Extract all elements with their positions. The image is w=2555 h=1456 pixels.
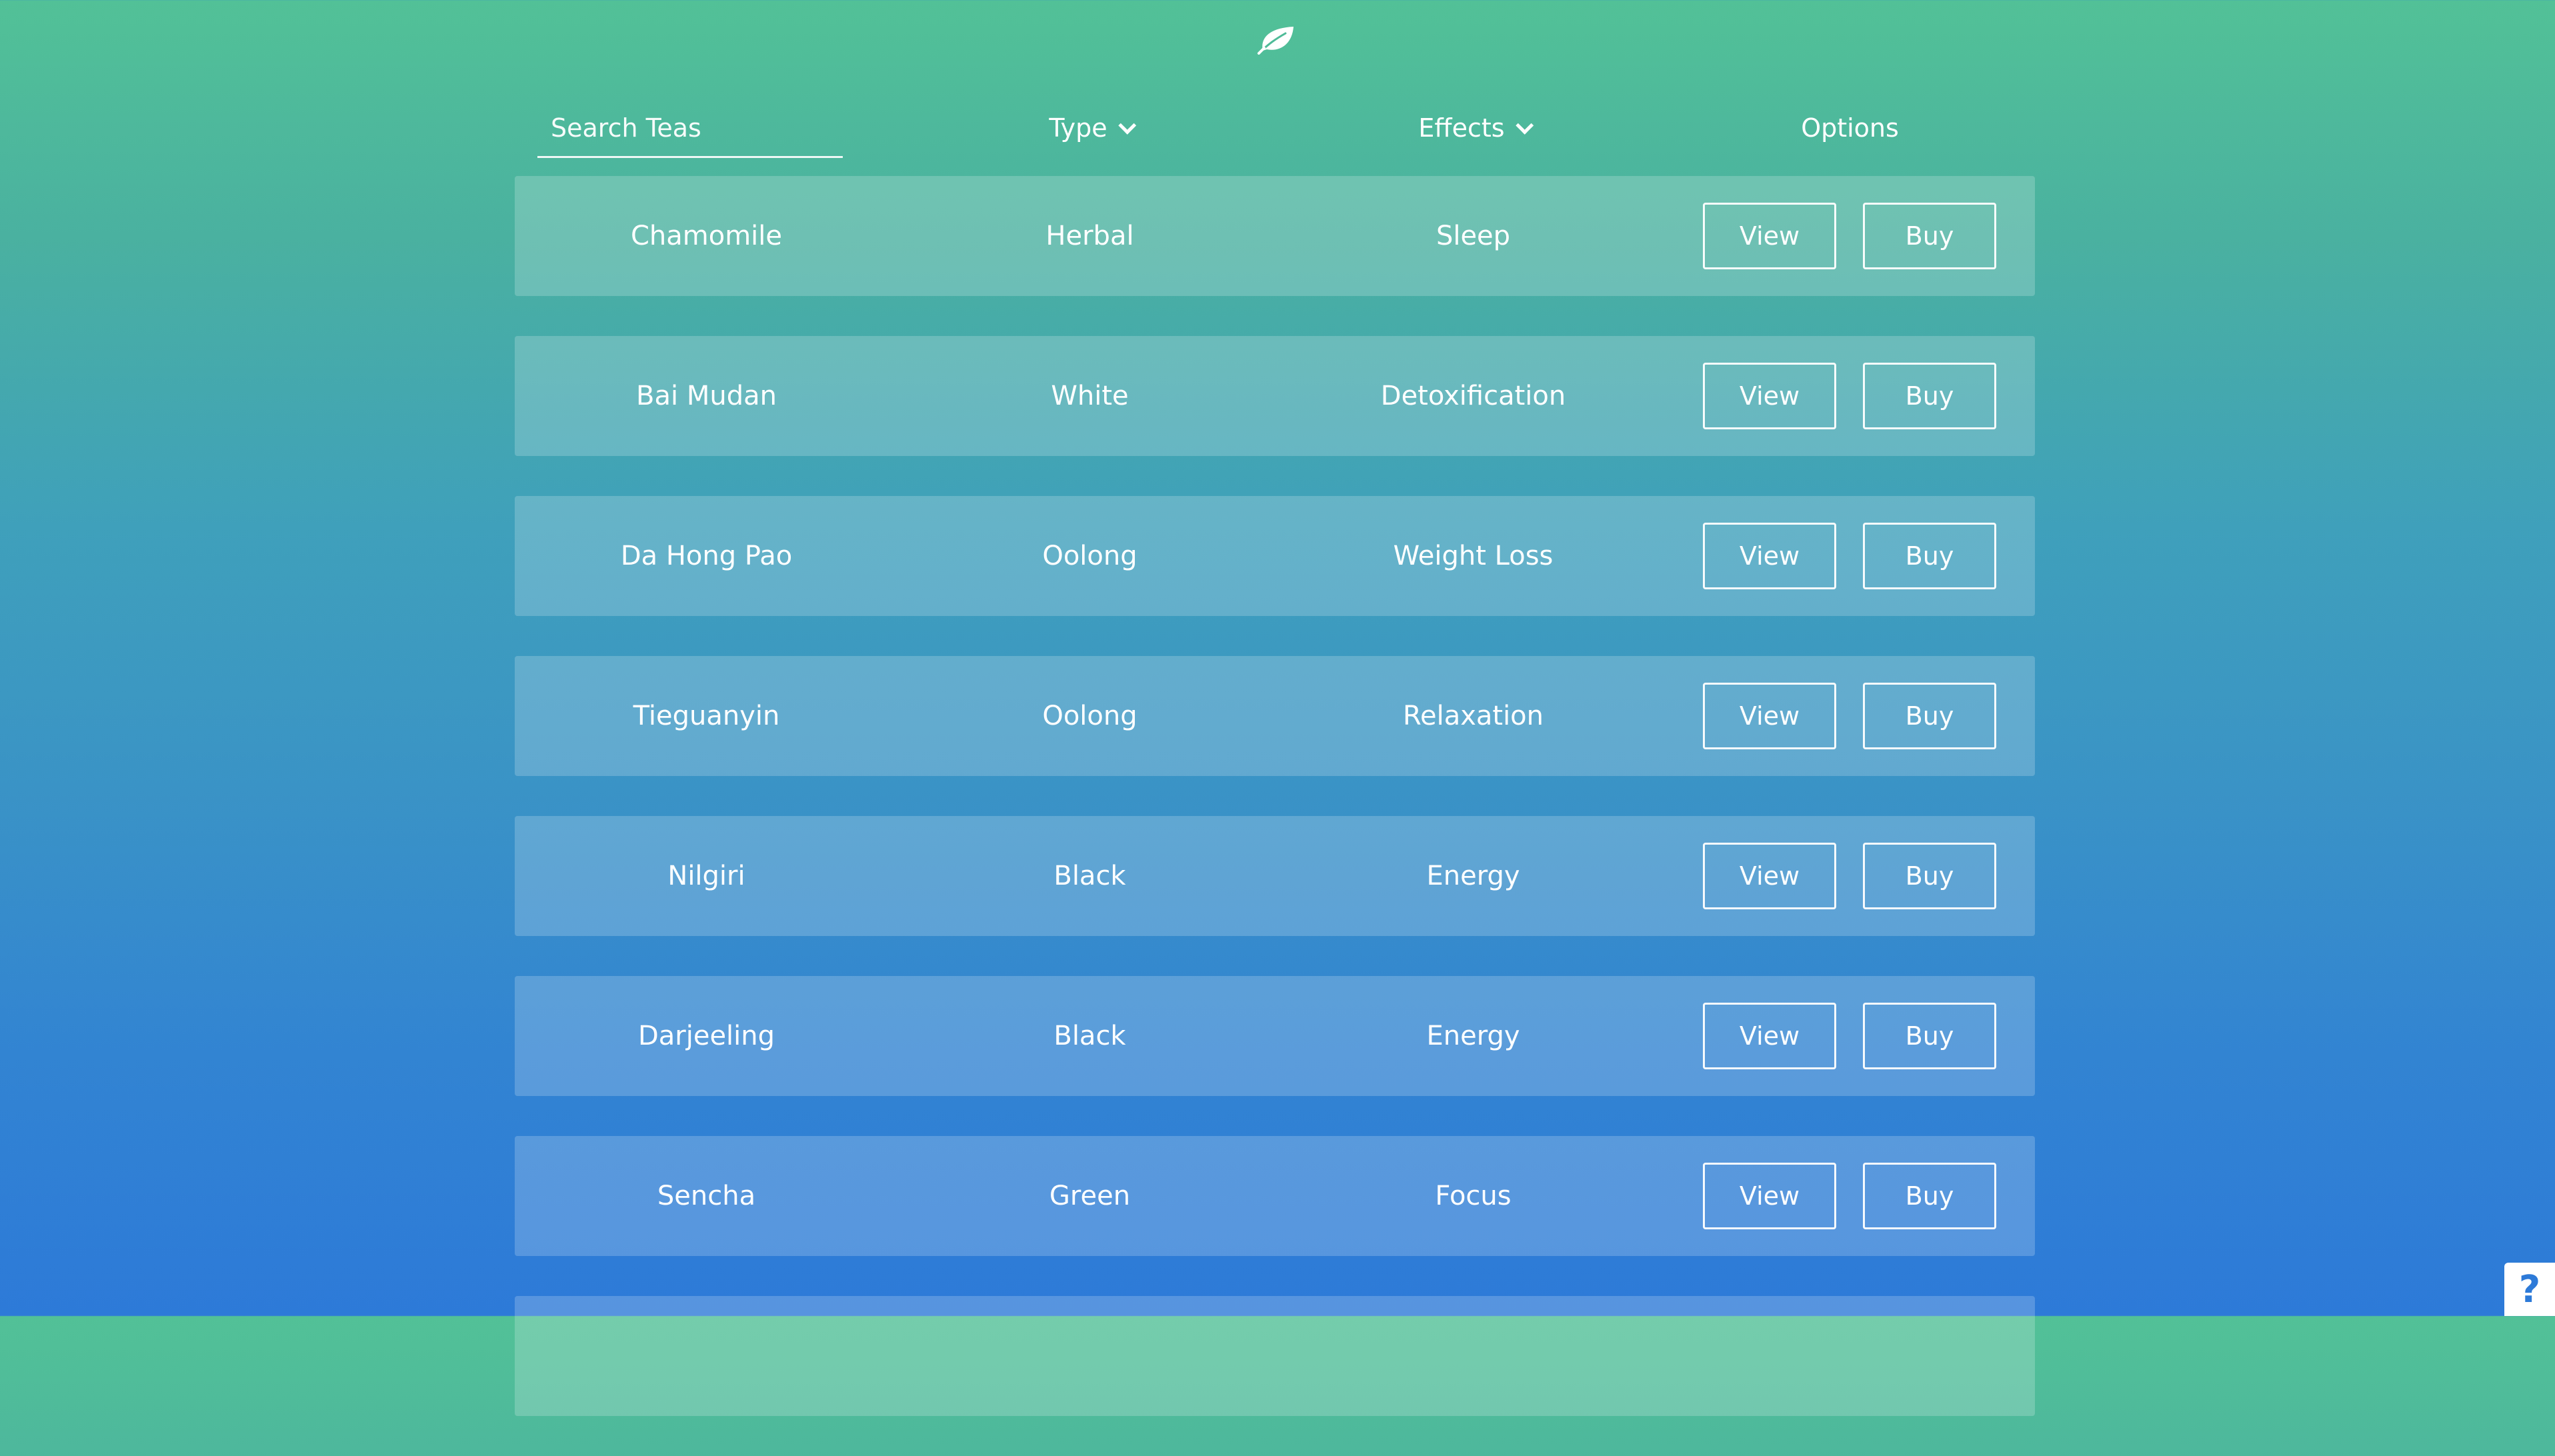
view-button[interactable]: View bbox=[1703, 843, 1836, 909]
options-label: Options bbox=[1801, 113, 1899, 143]
tea-type: Oolong bbox=[1042, 541, 1137, 571]
tea-type: Black bbox=[1053, 1021, 1126, 1051]
buy-button[interactable]: Buy bbox=[1863, 843, 1996, 909]
type-filter-dropdown[interactable]: Type bbox=[898, 100, 1282, 156]
tea-type: Oolong bbox=[1042, 701, 1137, 731]
tea-effect: Energy bbox=[1426, 1021, 1520, 1051]
buy-button[interactable]: Buy bbox=[1863, 1163, 1996, 1229]
tea-effect: Energy bbox=[1426, 861, 1520, 891]
help-icon[interactable]: ? bbox=[2504, 1263, 2555, 1316]
tea-name: Nilgiri bbox=[667, 861, 745, 891]
table-row: Chamomile Herbal Sleep View Buy bbox=[515, 176, 2035, 296]
view-button[interactable]: View bbox=[1703, 363, 1836, 429]
table-row: Nilgiri Black Energy View Buy bbox=[515, 816, 2035, 936]
table-row: Bai Mudan White Detoxification View Buy bbox=[515, 336, 2035, 456]
tea-name: Darjeeling bbox=[637, 1021, 775, 1051]
view-button[interactable]: View bbox=[1703, 1003, 1836, 1069]
tea-name bbox=[515, 1296, 898, 1416]
options-column-header: Options bbox=[1665, 100, 2035, 156]
table-row: Sencha Green Focus View Buy bbox=[515, 1136, 2035, 1256]
view-button[interactable]: View bbox=[1703, 203, 1836, 269]
table-row: Darjeeling Black Energy View Buy bbox=[515, 976, 2035, 1096]
table-header: Type Effects Options bbox=[515, 87, 2035, 160]
tea-type: Black bbox=[1053, 861, 1126, 891]
tea-name: Da Hong Pao bbox=[620, 541, 793, 571]
buy-button[interactable]: Buy bbox=[1863, 203, 1996, 269]
tea-type: Green bbox=[1049, 1181, 1131, 1211]
buy-button[interactable]: Buy bbox=[1863, 363, 1996, 429]
tea-name: Sencha bbox=[657, 1181, 756, 1211]
effects-filter-dropdown[interactable]: Effects bbox=[1282, 100, 1665, 156]
tea-type: Herbal bbox=[1045, 221, 1134, 251]
tea-effect: Sleep bbox=[1436, 221, 1511, 251]
table-row: Da Hong Pao Oolong Weight Loss View Buy bbox=[515, 496, 2035, 616]
tea-list: Chamomile Herbal Sleep View Buy Bai Muda… bbox=[515, 176, 2035, 1456]
effects-filter-label: Effects bbox=[1418, 113, 1505, 143]
view-button[interactable]: View bbox=[1703, 683, 1836, 749]
tea-name: Tieguanyin bbox=[633, 701, 780, 731]
search-input[interactable] bbox=[537, 100, 843, 156]
tea-effect: Detoxification bbox=[1380, 381, 1566, 411]
chevron-down-icon bbox=[1117, 116, 1136, 135]
type-filter-label: Type bbox=[1049, 113, 1107, 143]
chevron-down-icon bbox=[1515, 116, 1534, 135]
tea-effect: Weight Loss bbox=[1393, 541, 1554, 571]
buy-button[interactable]: Buy bbox=[1863, 523, 1996, 589]
tea-name: Chamomile bbox=[630, 221, 783, 251]
buy-button[interactable]: Buy bbox=[1863, 1003, 1996, 1069]
tea-effect: Relaxation bbox=[1402, 701, 1544, 731]
tea-name: Bai Mudan bbox=[636, 381, 777, 411]
leaf-icon bbox=[1257, 27, 1294, 55]
tea-effect: Focus bbox=[1435, 1181, 1512, 1211]
tea-effect bbox=[1282, 1296, 1665, 1416]
table-row bbox=[515, 1296, 2035, 1416]
buy-button[interactable]: Buy bbox=[1863, 683, 1996, 749]
view-button[interactable]: View bbox=[1703, 1163, 1836, 1229]
view-button[interactable]: View bbox=[1703, 523, 1836, 589]
table-row: Tieguanyin Oolong Relaxation View Buy bbox=[515, 656, 2035, 776]
tea-type: White bbox=[1051, 381, 1129, 411]
search-field[interactable] bbox=[537, 100, 843, 158]
tea-type bbox=[898, 1296, 1282, 1416]
help-label: ? bbox=[2518, 1267, 2541, 1311]
